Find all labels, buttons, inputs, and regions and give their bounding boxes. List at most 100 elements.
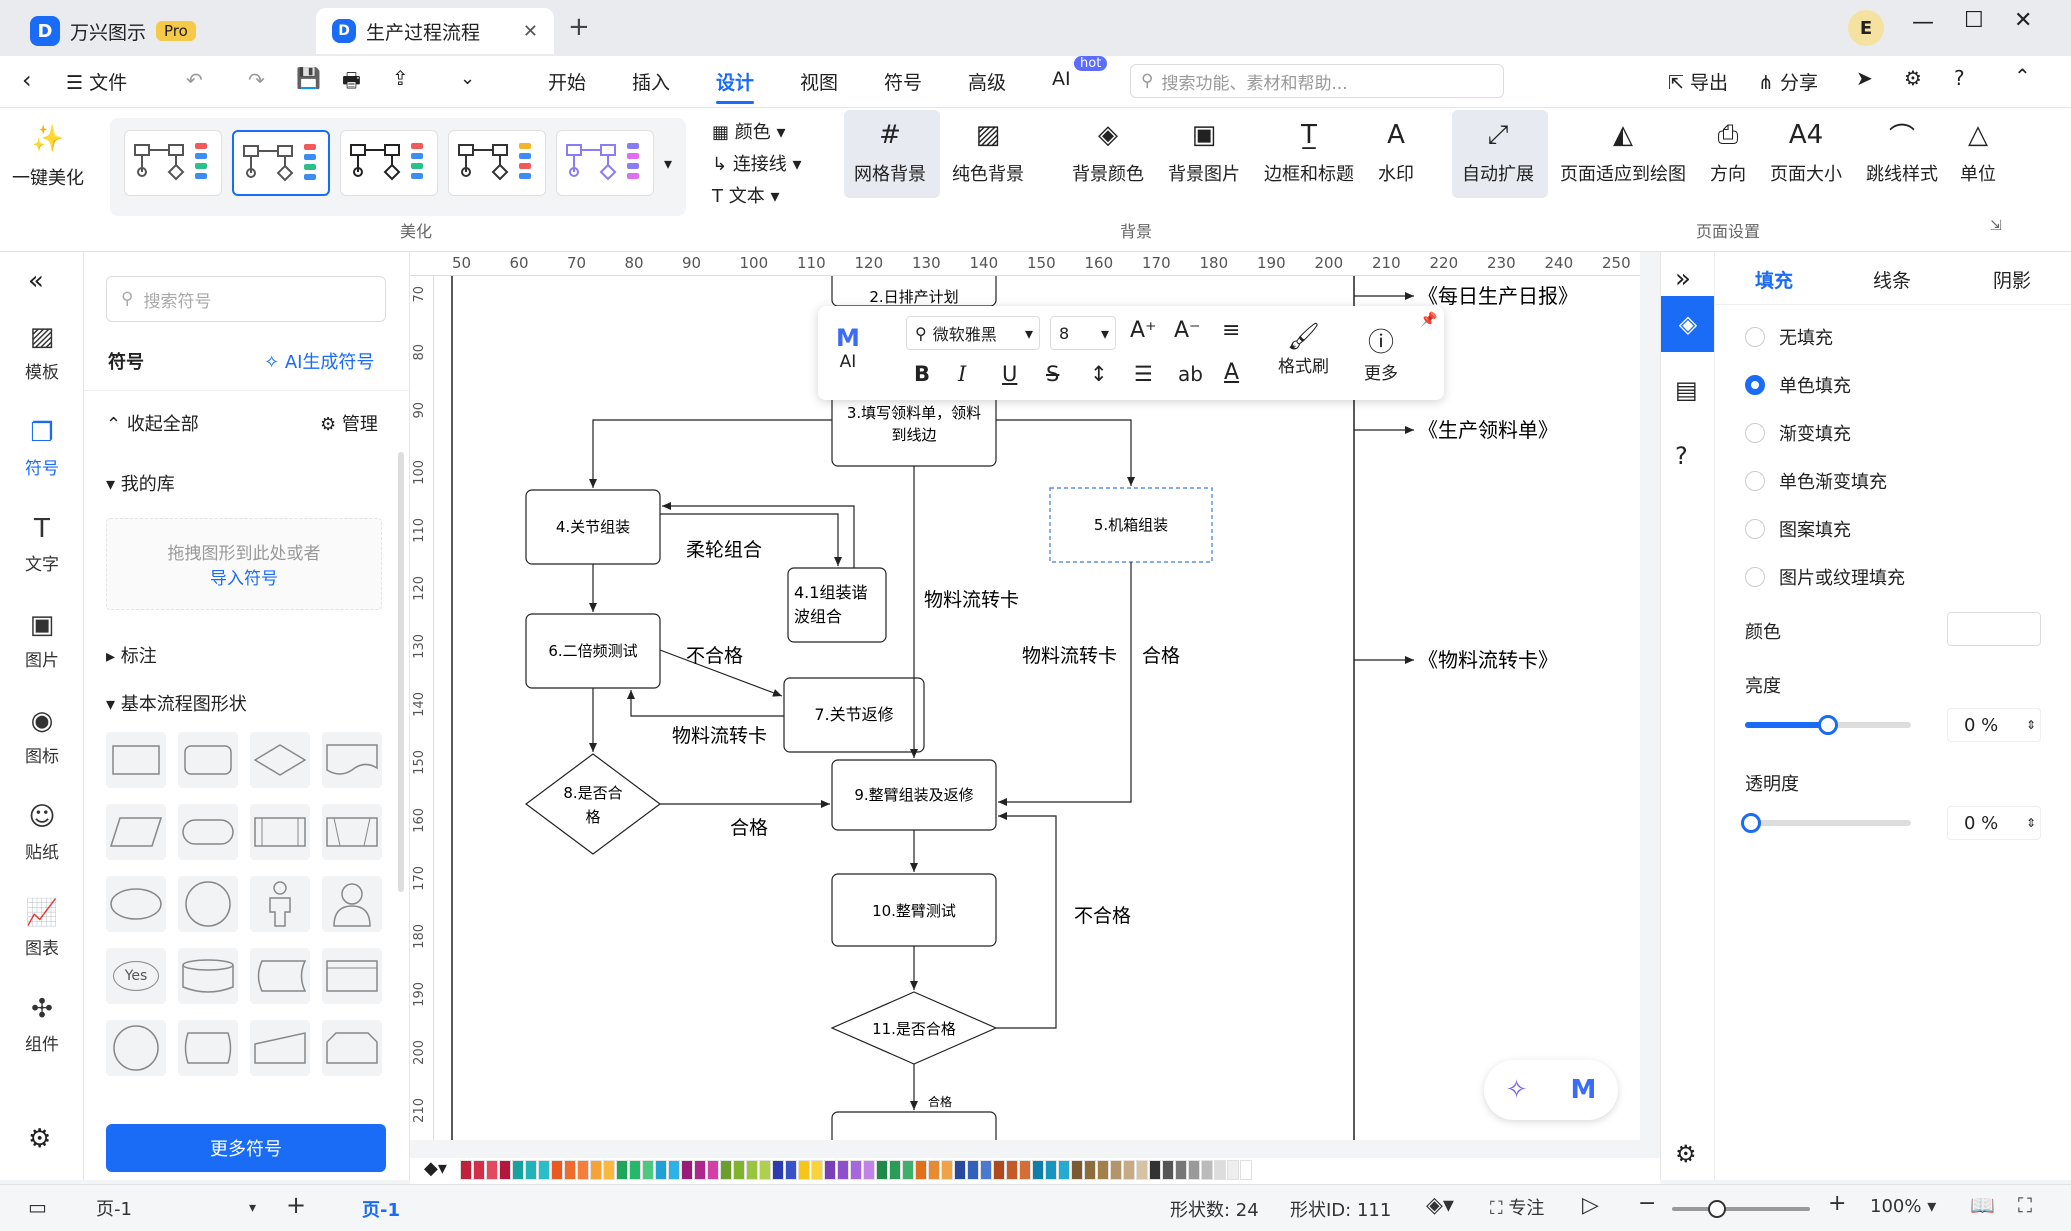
palette-swatch[interactable] — [629, 1160, 641, 1180]
palette-swatch[interactable] — [811, 1160, 823, 1180]
shape-circle[interactable] — [178, 876, 238, 932]
watermark-button[interactable]: A 水印 — [1378, 118, 1414, 186]
palette-swatch[interactable] — [746, 1160, 758, 1180]
fill-option-pattern[interactable]: 图案填充 — [1745, 516, 1851, 542]
shape-document[interactable] — [322, 732, 382, 788]
color-swatch[interactable] — [1947, 612, 2041, 646]
layers-icon[interactable]: ◈▾ — [1426, 1193, 1454, 1218]
node-8[interactable] — [524, 753, 662, 855]
zoom-level[interactable]: 100% ▾ — [1870, 1196, 1936, 1217]
app-tab[interactable]: D 万兴图示 Pro — [14, 8, 212, 54]
font-grow-icon[interactable]: A⁺ — [1130, 318, 1157, 343]
collapse-all-button[interactable]: ⌃ 收起全部 — [106, 410, 199, 436]
palette-swatch[interactable] — [876, 1160, 888, 1180]
collapse-panel-icon[interactable]: « — [28, 266, 44, 296]
opacity-knob[interactable] — [1741, 813, 1761, 833]
palette-swatch[interactable] — [681, 1160, 693, 1180]
strikethrough-icon[interactable]: S — [1046, 362, 1059, 386]
document-tab[interactable]: D 生产过程流程 ✕ — [316, 8, 554, 54]
palette-swatch[interactable] — [902, 1160, 914, 1180]
leftbar-templates[interactable]: ▨ 模板 — [0, 322, 84, 383]
leftbar-components[interactable]: ✣ 组件 — [0, 994, 84, 1055]
fill-option-texture[interactable]: 图片或纹理填充 — [1745, 564, 1905, 590]
function-search[interactable]: ⚲ 搜索功能、素材和帮助... — [1130, 64, 1504, 98]
palette-swatch[interactable] — [1175, 1160, 1187, 1180]
menu-tab-ai[interactable]: AI — [1052, 68, 1071, 90]
bg-color-button[interactable]: ◈ 背景颜色 — [1072, 118, 1144, 186]
minimize-icon[interactable]: — — [1912, 10, 1934, 35]
focus-mode-button[interactable]: ⛶ 专注 — [1490, 1194, 1544, 1220]
font-color-icon[interactable]: A — [1224, 360, 1239, 385]
palette-swatch[interactable] — [954, 1160, 966, 1180]
palette-swatch[interactable] — [993, 1160, 1005, 1180]
more-symbols-button[interactable]: 更多符号 — [106, 1124, 386, 1172]
palette-swatch[interactable] — [928, 1160, 940, 1180]
ai-logo-icon[interactable]: M — [1571, 1075, 1597, 1105]
palette-swatch[interactable] — [1097, 1160, 1109, 1180]
line-spacing-icon[interactable]: ↕ — [1090, 362, 1108, 386]
palette-swatch[interactable] — [525, 1160, 537, 1180]
fit-screen-icon[interactable]: ⛶ — [2018, 1193, 2032, 1217]
text-dropdown[interactable]: T 文本 ▾ — [712, 182, 779, 208]
symbol-search-input[interactable]: ⚲ 搜索符号 — [106, 276, 386, 322]
palette-swatch[interactable] — [1032, 1160, 1044, 1180]
border-title-button[interactable]: T̲ 边框和标题 — [1264, 118, 1354, 186]
palette-swatch[interactable] — [1240, 1160, 1252, 1180]
connector-dropdown[interactable]: ↳ 连接线 ▾ — [712, 150, 802, 176]
node-4-1[interactable] — [787, 567, 887, 643]
brightness-input[interactable]: 0 % ⇕ — [1947, 708, 2041, 742]
page-setup-expand-icon[interactable]: ⇲ — [1990, 218, 2002, 234]
unit-button[interactable]: △ 单位 — [1960, 118, 1996, 186]
palette-swatch[interactable] — [538, 1160, 550, 1180]
more-format-button[interactable]: ⓘ 更多 — [1364, 322, 1398, 384]
palette-swatch[interactable] — [785, 1160, 797, 1180]
palette-swatch[interactable] — [1110, 1160, 1122, 1180]
palette-swatch[interactable] — [733, 1160, 745, 1180]
italic-icon[interactable]: I — [958, 362, 966, 386]
shape-actor[interactable] — [250, 876, 310, 932]
node-12[interactable] — [831, 1111, 997, 1140]
fit-page-button[interactable]: ◭ 页面适应到绘图 — [1560, 118, 1686, 186]
palette-swatch[interactable] — [460, 1160, 472, 1180]
pin-icon[interactable]: 📌 — [1420, 312, 1437, 328]
theme-3[interactable] — [340, 130, 438, 196]
palette-swatch[interactable] — [915, 1160, 927, 1180]
settings-icon[interactable]: ⚙ — [1904, 66, 1922, 90]
menu-tab-design[interactable]: 设计 — [716, 68, 755, 104]
ai-generate-symbol-link[interactable]: ✧ AI生成符号 — [264, 348, 374, 374]
shape-yes[interactable]: Yes — [106, 948, 166, 1004]
manage-button[interactable]: ⚙ 管理 — [320, 410, 378, 436]
palette-swatch[interactable] — [1214, 1160, 1226, 1180]
underline-icon[interactable]: U — [1002, 362, 1017, 386]
shape-rounded[interactable] — [178, 732, 238, 788]
palette-swatch[interactable] — [837, 1160, 849, 1180]
page-size-button[interactable]: A4 页面大小 — [1770, 118, 1842, 186]
palette-swatch[interactable] — [616, 1160, 628, 1180]
brightness-slider[interactable] — [1745, 715, 1911, 735]
palette-swatch[interactable] — [1136, 1160, 1148, 1180]
shape-internal-storage[interactable] — [322, 804, 382, 860]
font-family-select[interactable]: ⚲ 微软雅黑 ▾ — [906, 316, 1040, 350]
palette-swatch[interactable] — [486, 1160, 498, 1180]
palette-swatch[interactable] — [655, 1160, 667, 1180]
import-symbol-link[interactable]: 导入符号 — [107, 564, 381, 589]
shape-direct-data[interactable] — [178, 1020, 238, 1076]
page-tab-1[interactable]: 页-1 — [362, 1196, 400, 1222]
menu-tab-start[interactable]: 开始 — [548, 68, 586, 95]
grid-background-button[interactable]: # 网格背景 — [854, 118, 926, 186]
shape-loop-limit[interactable] — [322, 1020, 382, 1076]
palette-swatch[interactable] — [863, 1160, 875, 1180]
close-window-icon[interactable]: ✕ — [2014, 8, 2032, 33]
page-panel-icon[interactable]: ▭ — [28, 1195, 47, 1219]
palette-swatch[interactable] — [512, 1160, 524, 1180]
zoom-knob[interactable] — [1708, 1200, 1726, 1218]
shape-stored-data[interactable] — [250, 948, 310, 1004]
shape-person[interactable] — [322, 876, 382, 932]
palette-swatch[interactable] — [707, 1160, 719, 1180]
shape-decision[interactable] — [250, 732, 310, 788]
book-view-icon[interactable]: 📖 — [1970, 1193, 1995, 1217]
fill-option-single-gradient[interactable]: 单色渐变填充 — [1745, 468, 1887, 494]
palette-swatch[interactable] — [824, 1160, 836, 1180]
page-props-icon[interactable]: ▤ — [1675, 376, 1698, 404]
right-settings-icon[interactable]: ⚙ — [1675, 1140, 1697, 1168]
